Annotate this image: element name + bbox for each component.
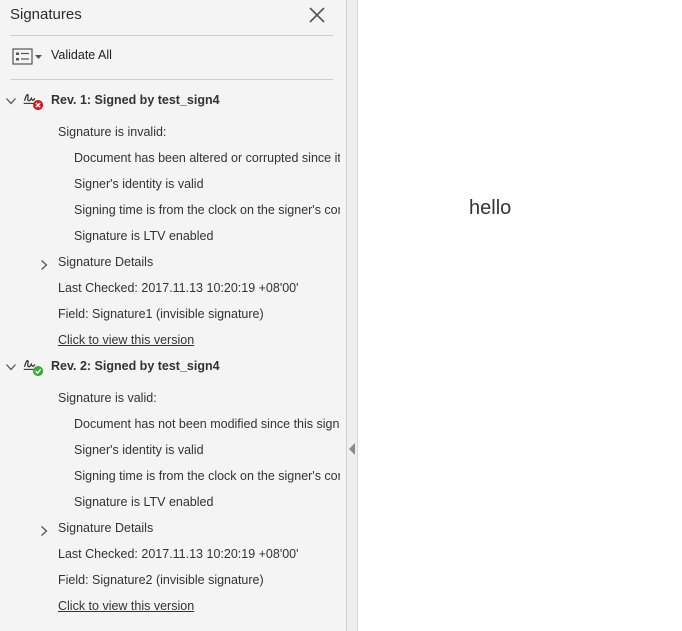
detail-item: Document has been altered or corrupted s… bbox=[74, 151, 340, 165]
divider bbox=[10, 35, 333, 36]
detail-item: Signing time is from the clock on the si… bbox=[74, 203, 340, 217]
detail-item: Signer's identity is valid bbox=[74, 177, 204, 191]
signature-invalid-icon bbox=[23, 93, 44, 111]
detail-item: Document has not been modified since thi… bbox=[74, 417, 340, 431]
detail-item: Signer's identity is valid bbox=[74, 443, 204, 457]
detail-item: Signature is LTV enabled bbox=[74, 229, 214, 243]
chevron-down-icon[interactable] bbox=[5, 95, 17, 107]
signature-valid-icon bbox=[23, 359, 44, 377]
chevron-right-icon[interactable] bbox=[38, 525, 50, 537]
signatures-panel: Signatures Validate All Rev. 1: Signed b… bbox=[0, 0, 346, 631]
last-checked: Last Checked: 2017.11.13 10:20:19 +08'00… bbox=[58, 547, 299, 561]
validate-all-button[interactable]: Validate All bbox=[51, 48, 112, 62]
view-version-link[interactable]: Click to view this version bbox=[58, 599, 194, 613]
signature-field: Field: Signature1 (invisible signature) bbox=[58, 307, 264, 321]
chevron-down-icon[interactable] bbox=[5, 361, 17, 373]
revision-title[interactable]: Rev. 1: Signed by test_sign4 bbox=[51, 93, 220, 107]
view-version-link[interactable]: Click to view this version bbox=[58, 333, 194, 347]
signature-status: Signature is invalid: bbox=[58, 125, 167, 139]
detail-item: Signing time is from the clock on the si… bbox=[74, 469, 340, 483]
chevron-right-icon[interactable] bbox=[38, 259, 50, 271]
panel-splitter[interactable] bbox=[347, 0, 358, 631]
document-text: hello bbox=[469, 197, 512, 219]
last-checked: Last Checked: 2017.11.13 10:20:19 +08'00… bbox=[58, 281, 299, 295]
detail-item: Signature is LTV enabled bbox=[74, 495, 214, 509]
signature-field: Field: Signature2 (invisible signature) bbox=[58, 573, 264, 587]
collapse-arrow-icon[interactable] bbox=[349, 443, 355, 455]
close-icon[interactable] bbox=[306, 4, 328, 26]
signature-details-toggle[interactable]: Signature Details bbox=[58, 521, 153, 535]
divider bbox=[10, 79, 333, 80]
document-view: hello bbox=[358, 0, 682, 631]
revision-title[interactable]: Rev. 2: Signed by test_sign4 bbox=[51, 359, 220, 373]
options-menu-icon[interactable] bbox=[12, 48, 44, 66]
signature-details-toggle[interactable]: Signature Details bbox=[58, 255, 153, 269]
panel-title: Signatures bbox=[10, 6, 82, 23]
signature-status: Signature is valid: bbox=[58, 391, 157, 405]
